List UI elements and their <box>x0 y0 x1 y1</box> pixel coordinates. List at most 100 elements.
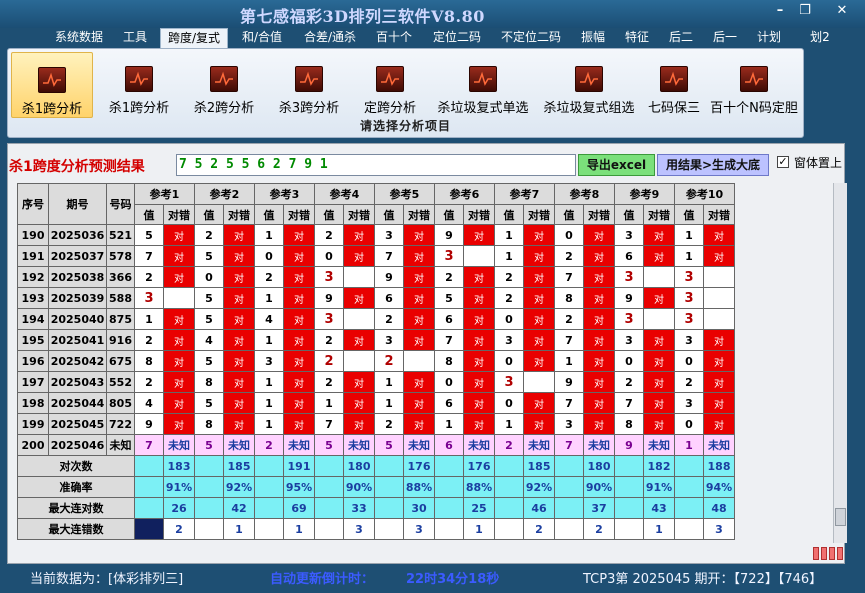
ribbon-kill2-span[interactable]: 杀2跨分析 <box>183 52 265 118</box>
hit-cell: 对 <box>643 224 675 246</box>
prediction-row[interactable]: 200 2025046 未知 7 未知 5 未知 2 未知 5 未知 5 未知 6 未知 2 未知 7 未知 9 未知 1… <box>17 434 735 456</box>
ribbon-kill3-span[interactable]: 杀3跨分析 <box>268 52 350 118</box>
stats-value: 1 <box>463 518 495 540</box>
menu-unfixed-two[interactable]: 不定位二码 <box>496 28 566 48</box>
stats-value: 185 <box>523 455 555 477</box>
table-row[interactable]: 193 2025039 588 3 5 对 1 对 9 对 6 对 5 对 2 对 8 对 9 对 3 <box>17 287 735 309</box>
hit-cell: 对 <box>703 245 735 267</box>
minimize-icon[interactable]: – <box>770 4 790 20</box>
ribbon-label: 定跨分析 <box>363 101 416 116</box>
table-row[interactable]: 197 2025043 552 2 对 8 对 1 对 2 对 1 对 0 对 3 9 对 2 对 2 对 <box>17 371 735 393</box>
stats-pad <box>194 455 224 477</box>
stats-pad <box>554 455 584 477</box>
ribbon-n-code[interactable]: 百十个N码定胆 <box>707 52 801 118</box>
close-icon[interactable]: ✕ <box>832 4 852 20</box>
hit-cell: 对 <box>403 245 435 267</box>
serial-cell: 194 <box>17 308 49 330</box>
value-cell: 1 <box>554 350 584 372</box>
menu-tools[interactable]: 工具 <box>118 28 152 48</box>
maximize-icon[interactable]: ❐ <box>795 4 815 20</box>
miss-cell <box>343 266 375 288</box>
value-cell: 2 <box>314 224 344 246</box>
hit-cell: 对 <box>283 413 315 435</box>
menu-amplitude[interactable]: 振幅 <box>576 28 610 48</box>
menu-plan-2[interactable]: 划2 <box>806 28 834 48</box>
generate-base-button[interactable]: 用结果>生成大底 <box>657 154 769 176</box>
table-row[interactable]: 191 2025037 578 7 对 5 对 0 对 0 对 7 对 3 1 对 2 对 6 对 1 对 <box>17 245 735 267</box>
menu-last-two[interactable]: 后二 <box>664 28 698 48</box>
stats-pad <box>494 497 524 519</box>
hit-cell: 对 <box>223 371 255 393</box>
hit-cell: 对 <box>463 371 495 393</box>
hit-cell: 对 <box>283 371 315 393</box>
ribbon-seven-three[interactable]: 七码保三 <box>642 52 706 118</box>
value-cell: 8 <box>434 350 464 372</box>
stats-pad <box>254 476 284 498</box>
menu-sum[interactable]: 和/合值 <box>236 28 288 48</box>
stats-value: 176 <box>403 455 435 477</box>
value-cell: 3 <box>614 224 644 246</box>
table-row[interactable]: 195 2025041 916 2 对 4 对 1 对 2 对 3 对 7 对 3 对 7 对 3 对 3 对 <box>17 329 735 351</box>
table-row[interactable]: 198 2025044 805 4 对 5 对 1 对 1 对 1 对 6 对 0 对 7 对 7 对 3 对 <box>17 392 735 414</box>
table-row[interactable]: 190 2025036 521 5 对 2 对 1 对 2 对 3 对 9 对 1 对 0 对 3 对 1 对 <box>17 224 735 246</box>
stats-pad <box>614 476 644 498</box>
ribbon-junk-group[interactable]: 杀垃圾复式组选 <box>537 52 641 118</box>
menu-last-one[interactable]: 后一 <box>708 28 742 48</box>
hit-cell: 对 <box>643 392 675 414</box>
menu-fixed-two[interactable]: 定位二码 <box>428 28 486 48</box>
table-scrollbar[interactable] <box>833 183 847 543</box>
menu-bar: 系统数据 工具 跨度/复式 和/合值 合差/通杀 百十个 定位二码 不定位二码 … <box>0 26 865 48</box>
topmost-checkbox[interactable]: ✓ <box>777 156 789 168</box>
ribbon-label: 杀2跨分析 <box>193 101 255 116</box>
period-cell: 2025039 <box>48 287 107 309</box>
menu-plan[interactable]: 计划 <box>752 28 786 48</box>
stats-value: 42 <box>223 497 255 519</box>
hit-cell: 对 <box>343 413 375 435</box>
value-cell: 1 <box>134 308 164 330</box>
value-cell: 9 <box>314 287 344 309</box>
value-subheader: 值 <box>614 204 644 225</box>
value-cell: 2 <box>374 413 404 435</box>
number-cell: 805 <box>106 392 135 414</box>
serial-cell: 192 <box>17 266 49 288</box>
result-subheader: 对错 <box>163 204 195 225</box>
table-row[interactable]: 199 2025045 722 9 对 8 对 1 对 7 对 2 对 1 对 1 对 3 对 8 对 0 对 <box>17 413 735 435</box>
miss-cell <box>343 308 375 330</box>
table-row[interactable]: 194 2025040 875 1 对 5 对 4 对 3 2 对 6 对 0 对 2 对 3 3 <box>17 308 735 330</box>
value-cell: 2 <box>314 371 344 393</box>
value-cell: 0 <box>494 392 524 414</box>
menu-system-data[interactable]: 系统数据 <box>50 28 108 48</box>
number-cell: 未知 <box>106 434 135 456</box>
stats-pad <box>134 497 164 519</box>
chart-icon <box>575 66 603 92</box>
value-cell: 1 <box>254 413 284 435</box>
hit-cell: 对 <box>403 413 435 435</box>
hit-cell: 对 <box>343 371 375 393</box>
value-cell: 5 <box>134 224 164 246</box>
menu-span-compound[interactable]: 跨度/复式 <box>160 28 228 48</box>
ribbon-fixed-span[interactable]: 定跨分析 <box>350 52 430 118</box>
value-cell: 3 <box>674 308 704 330</box>
ribbon-label: 杀1跨分析 <box>21 102 83 117</box>
prediction-value: 2 <box>254 434 284 456</box>
number-cell: 916 <box>106 329 135 351</box>
scrollbar-thumb[interactable] <box>835 508 846 526</box>
menu-feature[interactable]: 特征 <box>620 28 654 48</box>
table-row[interactable]: 196 2025042 675 8 对 5 对 3 对 2 2 8 对 0 对 1 对 0 对 0 对 <box>17 350 735 372</box>
value-cell: 2 <box>314 350 344 372</box>
stats-value: 90% <box>583 476 615 498</box>
ribbon-kill1-span-active[interactable]: 杀1跨分析 <box>11 52 93 118</box>
result-field[interactable]: 7 5 2 5 5 6 2 7 9 1 <box>176 154 576 176</box>
hit-cell: 对 <box>403 392 435 414</box>
prediction-unknown: 未知 <box>283 434 315 456</box>
table-row[interactable]: 192 2025038 366 2 对 0 对 2 对 3 9 对 2 对 2 对 7 对 3 3 <box>17 266 735 288</box>
hit-cell: 对 <box>163 224 195 246</box>
menu-digits[interactable]: 百十个 <box>372 28 416 48</box>
ribbon-kill1-span[interactable]: 杀1跨分析 <box>98 52 180 118</box>
number-cell: 552 <box>106 371 135 393</box>
menu-sum-diff[interactable]: 合差/通杀 <box>298 28 362 48</box>
export-excel-button[interactable]: 导出excel <box>578 154 655 176</box>
ribbon-junk-single[interactable]: 杀垃圾复式单选 <box>431 52 535 118</box>
stats-value: 182 <box>643 455 675 477</box>
value-cell: 9 <box>434 224 464 246</box>
